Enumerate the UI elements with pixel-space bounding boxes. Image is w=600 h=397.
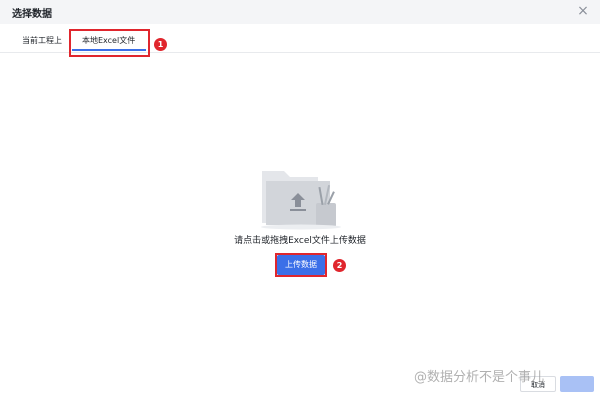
upload-hint-text: 请点击或拖拽Excel文件上传数据 bbox=[234, 236, 366, 246]
select-data-dialog: 选择数据 × 当前工程上 本地Excel文件 1 请点击或拖拽Excel文件上传… bbox=[0, 0, 600, 397]
dialog-title-bar: 选择数据 × bbox=[0, 0, 600, 24]
tab-highlight-box bbox=[69, 29, 150, 57]
watermark-text: @数据分析不是个事儿 bbox=[414, 370, 545, 385]
folder-upload-icon bbox=[261, 171, 341, 230]
step-marker-1: 1 bbox=[154, 38, 167, 51]
step-marker-2: 2 bbox=[333, 259, 346, 272]
close-icon[interactable]: × bbox=[576, 2, 590, 20]
tab-current-project[interactable]: 当前工程上 bbox=[22, 35, 62, 46]
upload-highlight-box bbox=[275, 253, 327, 277]
confirm-button[interactable] bbox=[560, 376, 594, 392]
dialog-title: 选择数据 bbox=[12, 9, 52, 20]
